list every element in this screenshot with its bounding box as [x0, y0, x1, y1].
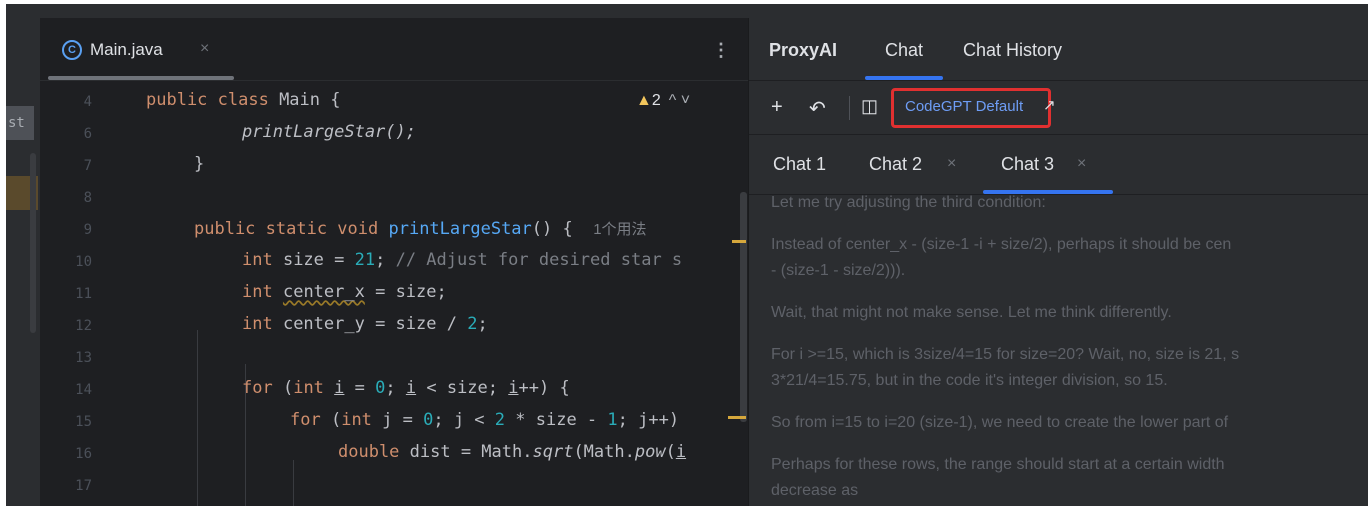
left-tool-gutter: st — [6, 18, 41, 506]
message-line: For i >=15, which is 3size/4=15 for size… — [771, 346, 1240, 363]
chat-tab-3[interactable]: Chat 3 — [1001, 154, 1054, 175]
proxyai-panel: ProxyAI Chat Chat History + ↶ ◫ CodeGPT … — [748, 18, 1368, 506]
indent-guide — [197, 330, 198, 506]
line-number: 14 — [75, 382, 92, 398]
line-number: 10 — [75, 254, 92, 270]
editor-tab-bar: C Main.java × ⋮ — [40, 18, 748, 81]
code-line: printLargeStar(); — [242, 122, 416, 142]
tab-chat-history[interactable]: Chat History — [963, 40, 1062, 61]
message-line: Perhaps for these rows, the range should… — [771, 456, 1225, 473]
message-line: Instead of center_x - (size-1 -i + size/… — [771, 236, 1232, 253]
message-line: 3*21/4=15.75, but in the code it's integ… — [771, 372, 1168, 389]
external-link-icon[interactable]: ↗ — [1043, 96, 1056, 114]
line-number: 8 — [83, 190, 92, 206]
gutter-tab[interactable]: st — [6, 106, 34, 140]
line-number: 15 — [75, 414, 92, 430]
inspection-widget[interactable]: ▲2 ^ ˅ — [636, 92, 690, 110]
message-line: decrease as — [771, 482, 859, 499]
undo-icon[interactable]: ↶ — [809, 96, 826, 121]
new-chat-icon[interactable]: + — [771, 96, 783, 119]
scrollbar-warning-marker[interactable] — [732, 240, 746, 243]
toolbar-divider — [849, 96, 850, 120]
code-line: public static void printLargeStar() { 1个… — [194, 219, 647, 239]
code-line: int size = 21; // Adjust for desired sta… — [242, 250, 683, 270]
line-number: 13 — [75, 350, 92, 366]
window-top-strip — [6, 4, 1368, 18]
code-line: double dist = Math.sqrt(Math.pow(i — [338, 442, 687, 462]
code-line: int center_y = size / 2; — [242, 314, 488, 334]
line-number: 4 — [83, 94, 92, 110]
chat-tab-2[interactable]: Chat 2 — [869, 154, 922, 175]
line-number: 16 — [75, 446, 92, 462]
close-icon[interactable]: × — [1077, 155, 1086, 173]
code-area[interactable]: 4 public class Main { ▲2 ^ ˅ 6 printLarge… — [40, 80, 748, 506]
code-line: int center_x = size; — [242, 282, 447, 302]
editor-scrollbar[interactable] — [740, 192, 747, 422]
panel-tab-bar: ProxyAI Chat Chat History — [749, 18, 1368, 81]
tab-chat[interactable]: Chat — [885, 40, 923, 61]
line-number: 6 — [83, 126, 92, 142]
close-icon[interactable]: × — [200, 40, 209, 58]
warning-icon: ▲ — [636, 92, 652, 109]
model-selector[interactable]: CodeGPT Default — [905, 98, 1023, 115]
chat-message-area[interactable]: Let me try adjusting the third condition… — [749, 194, 1368, 506]
message-line: Let me try adjusting the third condition… — [771, 194, 1046, 211]
file-tab-main-java[interactable]: C Main.java × — [48, 18, 234, 80]
line-number: 7 — [83, 158, 92, 174]
close-icon[interactable]: × — [947, 155, 956, 173]
ide-window: st C Main.java × ⋮ 4 public class Main {… — [6, 4, 1368, 506]
scrollbar-warning-marker[interactable] — [728, 416, 746, 419]
file-tab-label: Main.java — [90, 40, 163, 59]
code-line: public class Main { — [146, 90, 341, 110]
warning-count: 2 — [651, 92, 661, 109]
usage-hint[interactable]: 1个用法 — [593, 221, 646, 238]
panel-title: ProxyAI — [769, 40, 838, 60]
code-line: } — [194, 154, 205, 174]
split-view-icon[interactable]: ◫ — [861, 96, 878, 117]
java-class-icon: C — [62, 40, 82, 60]
code-editor: C Main.java × ⋮ 4 public class Main { ▲2… — [40, 18, 748, 506]
line-number: 9 — [83, 222, 92, 238]
message-line: Wait, that might not make sense. Let me … — [771, 304, 1172, 321]
message-line: So from i=15 to i=20 (size-1), we need t… — [771, 414, 1229, 431]
chat-session-tabs: Chat 1 Chat 2 × Chat 3 × — [749, 134, 1368, 195]
line-number: 17 — [75, 478, 92, 494]
gutter-scrollbar[interactable] — [30, 153, 36, 333]
message-line: - (size-1 - size/2))). — [771, 262, 906, 279]
code-line: for (int j = 0; j < 2 * size - 1; j++) — [290, 410, 680, 430]
line-number: 11 — [75, 286, 92, 302]
indent-guide — [293, 460, 294, 506]
line-number: 12 — [75, 318, 92, 334]
chat-tab-1[interactable]: Chat 1 — [773, 154, 826, 175]
chat-toolbar: + ↶ ◫ CodeGPT Default ↗ — [749, 80, 1368, 135]
code-line: for (int i = 0; i < size; i++) { — [242, 378, 570, 398]
inspection-nav-arrows[interactable]: ^ ˅ — [669, 92, 690, 109]
more-options-icon[interactable]: ⋮ — [712, 40, 730, 61]
